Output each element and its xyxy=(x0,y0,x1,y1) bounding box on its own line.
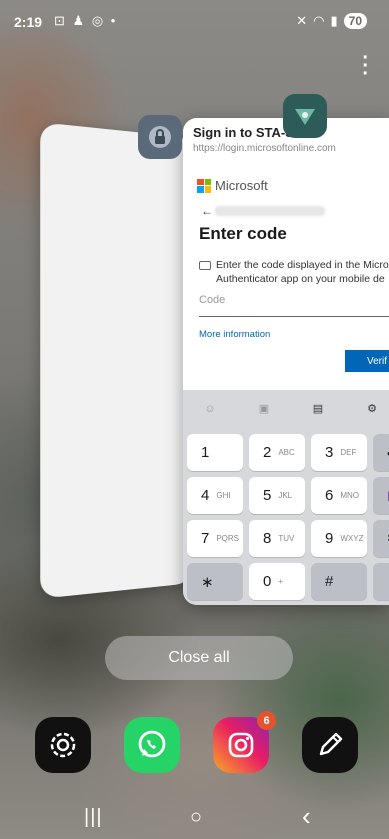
instagram-icon: ◎ xyxy=(91,13,106,28)
dot-icon: • xyxy=(110,13,118,28)
card-url: https://login.microsoftonline.com xyxy=(193,143,336,154)
keyboard-side-key[interactable] xyxy=(373,563,389,600)
clipboard-icon[interactable]: ▤ xyxy=(309,400,327,418)
instruction-line1: Enter the code displayed in the Micro xyxy=(216,259,389,271)
keyboard-key[interactable]: 6 MNO xyxy=(311,477,367,514)
navigation-bar: ||| ○ ‹ xyxy=(0,800,389,839)
wifi-icon: ◠ xyxy=(313,13,325,28)
notes-pen-icon[interactable] xyxy=(302,717,358,773)
close-all-button[interactable]: Close all xyxy=(105,636,293,680)
whatsapp-icon[interactable] xyxy=(124,717,180,773)
keypad-icon xyxy=(199,260,211,270)
blurred-email xyxy=(215,206,325,216)
emoji-icon[interactable]: ☺ xyxy=(201,400,219,418)
sticker-icon[interactable]: ▣ xyxy=(255,400,273,418)
key-letters: DEF xyxy=(340,448,357,457)
page-heading: Enter code xyxy=(199,224,287,243)
key-digit: 0 xyxy=(263,573,272,590)
settings-icon[interactable] xyxy=(35,717,91,773)
screenshot-icon: ⊡ xyxy=(54,13,67,28)
system-icons: ✕ ◠ ▮ 70 xyxy=(296,13,367,29)
home-button[interactable]: ○ xyxy=(190,806,202,829)
code-input[interactable]: Code xyxy=(199,294,389,317)
status-bar: 2:19 ⊡ ♟ ◎ • ✕ ◠ ▮ 70 xyxy=(0,0,389,40)
back-button[interactable]: ‹ xyxy=(302,801,311,832)
key-letters: TUV xyxy=(278,534,295,543)
key-digit: 1 xyxy=(201,444,210,461)
verify-button[interactable]: Verif xyxy=(345,350,389,372)
key-letters: GHI xyxy=(216,491,231,500)
instruction-line2: Authenticator app on your mobile de xyxy=(216,273,385,285)
microsoft-logo-icon xyxy=(197,178,211,193)
location-app-icon[interactable] xyxy=(283,94,327,138)
keyboard-key[interactable]: ∗ xyxy=(187,563,243,600)
status-time: 2:19 xyxy=(14,14,43,30)
microsoft-logo: Microsoft xyxy=(197,178,268,193)
notification-badge: 6 xyxy=(257,711,276,730)
key-letters: + xyxy=(278,577,284,586)
key-letters: WXYZ xyxy=(340,534,364,543)
key-digit: 2 xyxy=(263,444,272,461)
keyboard-side-key[interactable]: ✱ xyxy=(373,520,389,557)
keyboard-key[interactable]: 2 ABC xyxy=(249,434,305,471)
keyboard-key[interactable]: 9 WXYZ xyxy=(311,520,367,557)
key-letters: JKL xyxy=(278,491,293,500)
key-letters: PQRS xyxy=(216,534,240,543)
keyboard-key[interactable]: 5 JKL xyxy=(249,477,305,514)
key-digit: 8 xyxy=(263,530,272,547)
keyboard-side-key[interactable]: • xyxy=(373,434,389,471)
key-digit: 7 xyxy=(201,530,210,547)
keyboard-key[interactable]: 4 GHI xyxy=(187,477,243,514)
battery-level: 70 xyxy=(343,13,367,29)
recent-card-left[interactable] xyxy=(40,122,193,599)
key-digit: 5 xyxy=(263,487,272,504)
signal-icon: ▮ xyxy=(330,13,338,28)
key-digit: 3 xyxy=(325,444,334,461)
back-arrow-icon[interactable]: ← xyxy=(201,204,213,218)
snapchat-icon: ♟ xyxy=(72,13,87,28)
keyboard-key[interactable]: 1 xyxy=(187,434,243,471)
key-letters: ABC xyxy=(278,448,295,457)
keyboard-settings-icon[interactable]: ⚙ xyxy=(363,400,381,418)
keyboard-side-key[interactable]: N xyxy=(373,477,389,514)
microsoft-brand: Microsoft xyxy=(215,178,268,193)
mute-icon: ✕ xyxy=(296,13,308,28)
more-information-link[interactable]: More information xyxy=(199,329,270,340)
key-digit: # xyxy=(325,573,334,590)
more-options-icon[interactable]: · · · xyxy=(362,48,369,84)
key-digit: ∗ xyxy=(201,573,214,591)
keyboard-key[interactable]: 7 PQRS xyxy=(187,520,243,557)
key-digit: 4 xyxy=(201,487,210,504)
recent-apps-button[interactable]: ||| xyxy=(84,806,103,829)
keyboard-key[interactable]: 3 DEF xyxy=(311,434,367,471)
notification-icons: ⊡ ♟ ◎ • xyxy=(54,13,117,29)
instruction-text: Enter the code displayed in the Micro Au… xyxy=(199,258,389,286)
keyboard-key[interactable]: 0 + xyxy=(249,563,305,600)
recent-card-main[interactable]: Sign in to STA-Staff https://login.micro… xyxy=(183,118,389,605)
keyboard-key[interactable]: 8 TUV xyxy=(249,520,305,557)
key-letters: MNO xyxy=(340,491,360,500)
key-digit: 6 xyxy=(325,487,334,504)
keyboard-key[interactable]: # xyxy=(311,563,367,600)
numeric-keyboard: 12ABC3DEF4GHI5JKL6MNO7PQRS8TUV9WXYZ∗0+#•… xyxy=(183,428,389,605)
keyboard-toolbar: ☺ ▣ ▤ ⚙ xyxy=(183,390,389,428)
app-lock-icon[interactable] xyxy=(138,115,182,159)
signin-page: Microsoft ← Enter code Enter the code di… xyxy=(183,162,389,390)
key-digit: 9 xyxy=(325,530,334,547)
